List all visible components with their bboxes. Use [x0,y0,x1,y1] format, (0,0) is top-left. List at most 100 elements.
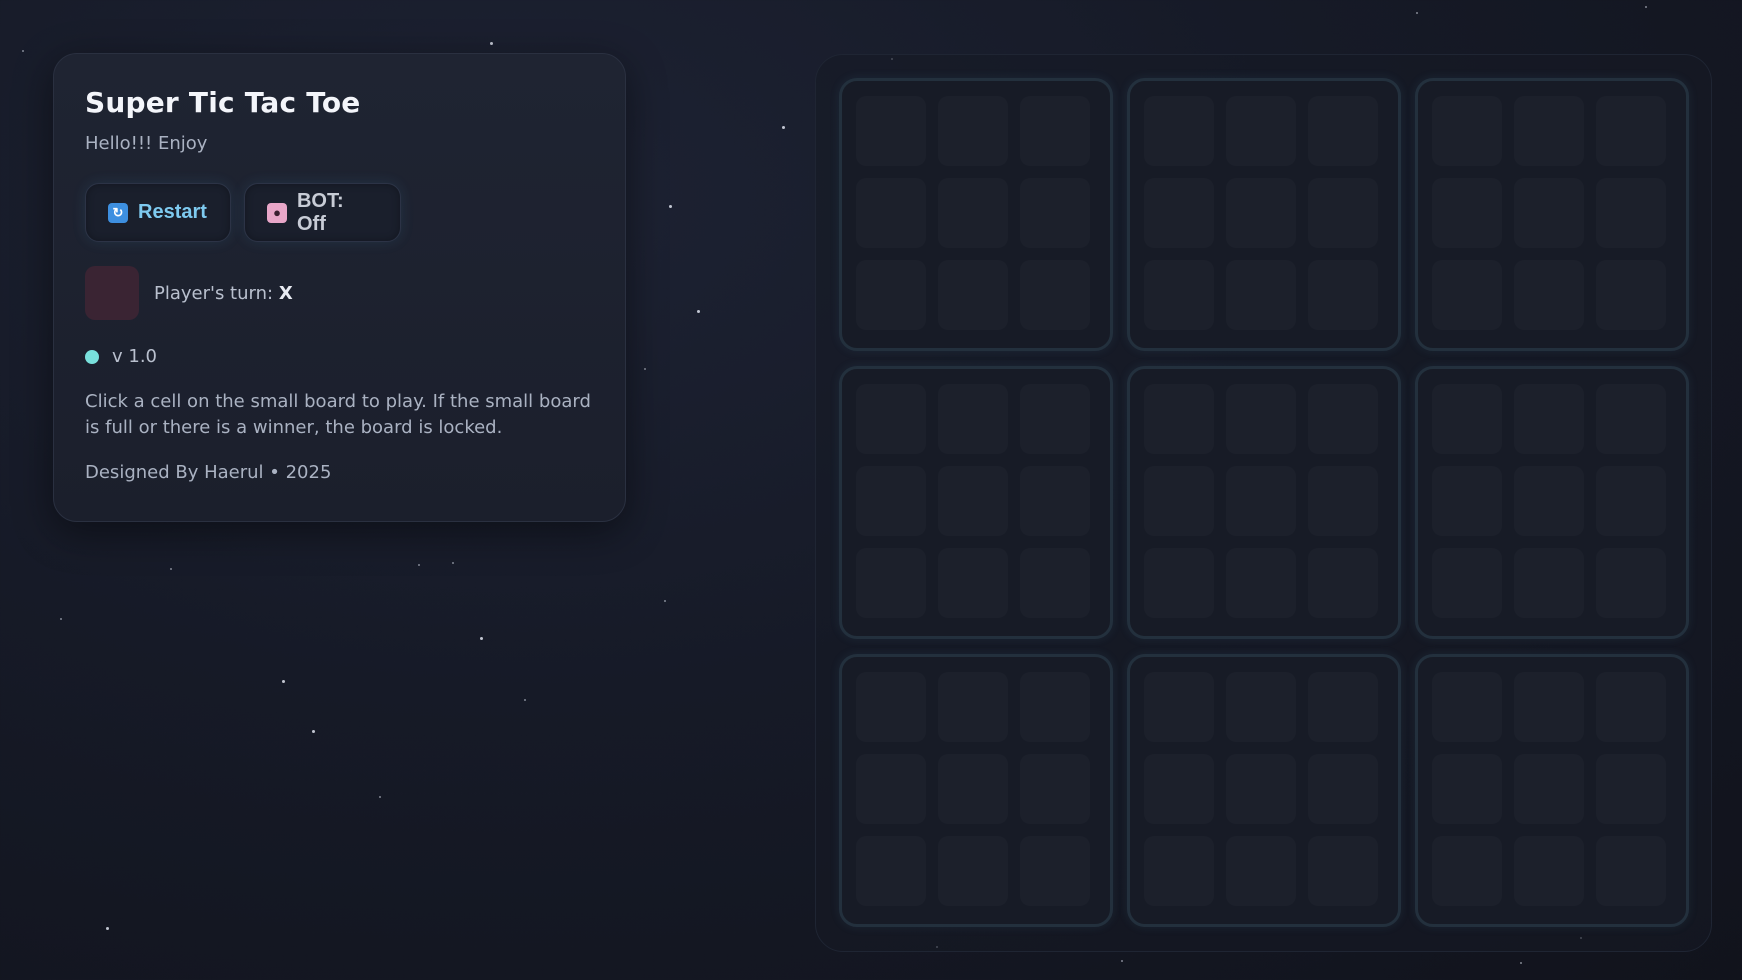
board-cell[interactable] [1432,754,1502,824]
board-cell[interactable] [1308,836,1378,906]
turn-indicator: Player's turn: X [85,266,594,320]
board-cell[interactable] [856,466,926,536]
board-cell[interactable] [1308,672,1378,742]
board-cell[interactable] [1020,178,1090,248]
control-buttons: ↻ Restart ● BOT: Off [85,183,594,242]
info-panel: Super Tic Tac Toe Hello!!! Enjoy ↻ Resta… [53,53,626,522]
board-cell[interactable] [1514,178,1584,248]
board-cell[interactable] [938,96,1008,166]
board-cell[interactable] [1308,178,1378,248]
mini-board [1415,366,1689,639]
subtitle: Hello!!! Enjoy [85,133,208,154]
board-cell[interactable] [1432,548,1502,618]
board-cell[interactable] [1596,836,1666,906]
board-cell[interactable] [1514,672,1584,742]
board-cell[interactable] [1144,384,1214,454]
board-cell[interactable] [1596,96,1666,166]
star [697,310,700,313]
board-cell[interactable] [856,754,926,824]
board-cell[interactable] [1144,548,1214,618]
board-cell[interactable] [1144,466,1214,536]
board-cell[interactable] [1514,466,1584,536]
board-cell[interactable] [1514,96,1584,166]
board-cell[interactable] [1596,384,1666,454]
board-cell[interactable] [938,672,1008,742]
board-cell[interactable] [1226,836,1296,906]
board-cell[interactable] [1226,260,1296,330]
board-cell[interactable] [1226,466,1296,536]
board-cell[interactable] [856,178,926,248]
board-cell[interactable] [938,178,1008,248]
mini-board [1127,366,1401,639]
board-cell[interactable] [938,466,1008,536]
board-cell[interactable] [1226,96,1296,166]
board-cell[interactable] [1308,384,1378,454]
board-cell[interactable] [856,672,926,742]
board-cell[interactable] [1020,466,1090,536]
restart-button[interactable]: ↻ Restart [85,183,231,242]
board-cell[interactable] [1308,754,1378,824]
board-cell[interactable] [1308,96,1378,166]
board-cell[interactable] [1020,384,1090,454]
board-cell[interactable] [1144,96,1214,166]
board-cell[interactable] [1308,466,1378,536]
board-cell[interactable] [1020,260,1090,330]
board-cell[interactable] [1596,754,1666,824]
star [490,42,493,45]
board-cell[interactable] [1226,548,1296,618]
board-cell[interactable] [1020,548,1090,618]
board-cell[interactable] [1432,260,1502,330]
board-cell[interactable] [1514,384,1584,454]
board-cell[interactable] [1596,548,1666,618]
board-cell[interactable] [1432,178,1502,248]
mini-board [1127,654,1401,927]
board-cell[interactable] [938,836,1008,906]
board-cell[interactable] [856,836,926,906]
bot-toggle-button[interactable]: ● BOT: Off [244,183,401,242]
board-cell[interactable] [1514,548,1584,618]
board-cell[interactable] [1432,96,1502,166]
board-cell[interactable] [938,754,1008,824]
bot-label: BOT: Off [296,189,344,235]
board-cell[interactable] [1226,384,1296,454]
board-cell[interactable] [1514,836,1584,906]
board-cell[interactable] [1432,466,1502,536]
board-cell[interactable] [1596,672,1666,742]
board-cell[interactable] [1226,178,1296,248]
board-cell[interactable] [1020,96,1090,166]
star [1121,960,1123,962]
star [664,600,666,602]
board-cell[interactable] [1020,754,1090,824]
credit-text: Designed By Haerul • 2025 [85,462,332,483]
board-cell[interactable] [1596,260,1666,330]
board-cell[interactable] [1144,178,1214,248]
board-cell[interactable] [1514,260,1584,330]
turn-swatch [85,266,139,320]
board-cell[interactable] [856,548,926,618]
board-cell[interactable] [1144,672,1214,742]
board-cell[interactable] [1432,384,1502,454]
board-cell[interactable] [1308,548,1378,618]
board-cell[interactable] [856,96,926,166]
version-row: v 1.0 [85,346,594,367]
board-cell[interactable] [938,548,1008,618]
star [60,618,62,620]
board-cell[interactable] [1144,836,1214,906]
board-cell[interactable] [1432,672,1502,742]
board-cell[interactable] [1308,260,1378,330]
board-cell[interactable] [938,384,1008,454]
board-cell[interactable] [1596,466,1666,536]
board-cell[interactable] [1144,260,1214,330]
board-cell[interactable] [1226,754,1296,824]
mini-board [839,654,1113,927]
board-cell[interactable] [1596,178,1666,248]
board-cell[interactable] [1514,754,1584,824]
board-cell[interactable] [856,384,926,454]
board-cell[interactable] [1144,754,1214,824]
board-cell[interactable] [856,260,926,330]
board-cell[interactable] [1020,672,1090,742]
board-cell[interactable] [938,260,1008,330]
board-cell[interactable] [1432,836,1502,906]
board-cell[interactable] [1020,836,1090,906]
board-cell[interactable] [1226,672,1296,742]
